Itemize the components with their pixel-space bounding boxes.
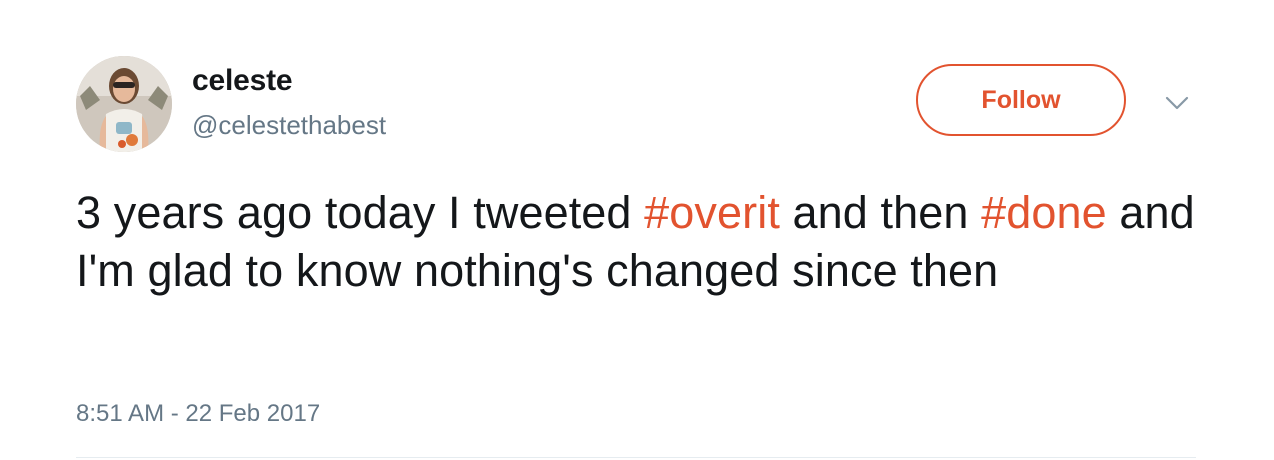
tweet-text-segment: 3 years ago today I tweeted (76, 187, 645, 238)
tweet-text: 3 years ago today I tweeted #overit and … (76, 184, 1226, 300)
divider (76, 457, 1196, 458)
hashtag-link[interactable]: #overit (644, 187, 780, 238)
avatar-photo (76, 56, 172, 152)
tweet-text-segment: and then (779, 187, 982, 238)
chevron-down-icon[interactable] (1164, 94, 1190, 112)
hashtag-link[interactable]: #done (981, 187, 1107, 238)
tweet-card: celeste @celestethabest Follow 3 years a… (0, 0, 1274, 460)
avatar[interactable] (76, 56, 172, 152)
user-handle[interactable]: @celestethabest (192, 110, 386, 141)
display-name[interactable]: celeste (192, 64, 293, 98)
follow-button[interactable]: Follow (916, 64, 1126, 136)
tweet-timestamp[interactable]: 8:51 AM - 22 Feb 2017 (76, 400, 320, 428)
